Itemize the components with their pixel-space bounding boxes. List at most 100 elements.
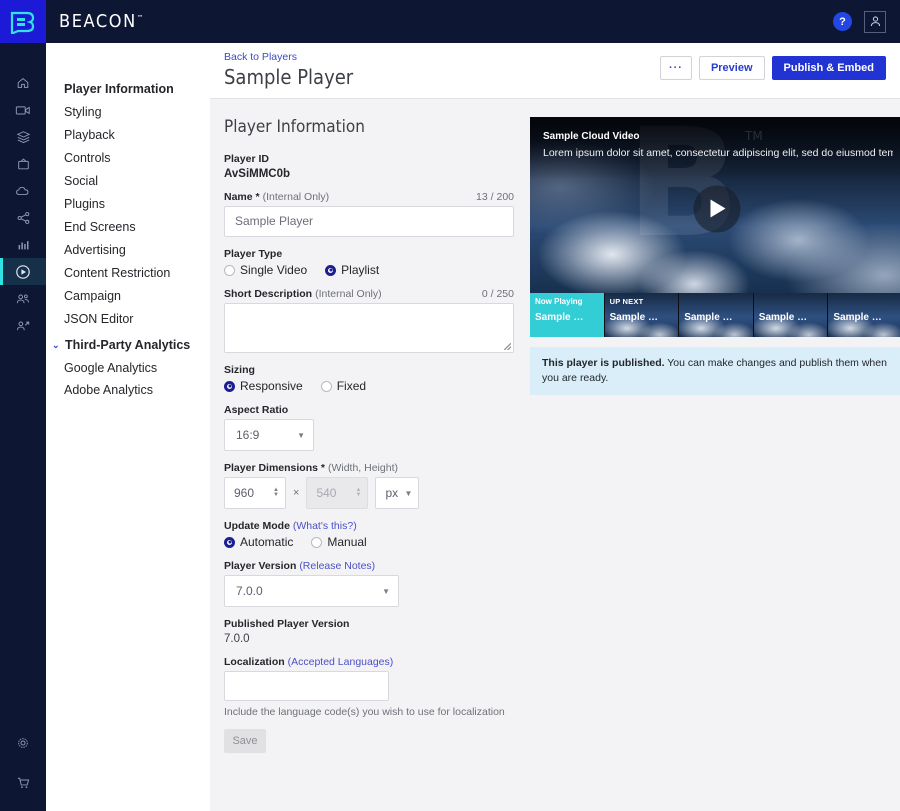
play-triangle-icon	[710, 199, 726, 218]
radio-responsive[interactable]: Responsive	[224, 379, 303, 393]
radio-label-automatic: Automatic	[240, 535, 294, 549]
player-version-label: Player Version (Release Notes)	[224, 560, 514, 572]
aspect-ratio-select[interactable]: 16:9 ▼	[224, 419, 314, 451]
page-header: Back to Players Sample Player ··· Previe…	[210, 43, 900, 99]
sidebar-item-player-information[interactable]: Player Information	[46, 78, 210, 101]
tv-icon	[17, 157, 29, 169]
release-notes-link[interactable]: (Release Notes)	[299, 560, 375, 572]
main-content: Back to Players Sample Player ··· Previe…	[210, 43, 900, 811]
player-version-select[interactable]: 7.0.0 ▼	[224, 575, 399, 607]
radio-automatic[interactable]: Automatic	[224, 535, 293, 549]
playlist-item-name: Sample …	[535, 312, 584, 323]
localization-field: Localization (Accepted Languages) Includ…	[224, 656, 514, 753]
playlist-item-name: Sample …	[758, 312, 808, 323]
icon-rail	[0, 43, 46, 811]
rail-item-settings[interactable]	[0, 723, 46, 763]
radio-manual[interactable]: Manual	[311, 535, 367, 549]
sidebar-item-controls[interactable]: Controls	[46, 147, 210, 170]
more-options-button[interactable]: ···	[659, 56, 692, 80]
playlist-item-tag: Now Playing	[535, 297, 583, 306]
brand-trademark: ™	[136, 14, 144, 22]
player-dimensions-note: (Width, Height)	[327, 462, 398, 474]
rail-item-admin[interactable]	[0, 312, 46, 339]
rail-item-library[interactable]	[0, 123, 46, 150]
app-root: BEACON™ ? Player Information Styling Pla…	[0, 0, 900, 811]
accepted-languages-link[interactable]: (Accepted Languages)	[288, 656, 394, 668]
sidebar-item-adobe-analytics[interactable]: Adobe Analytics	[46, 379, 210, 401]
rail-item-cloud[interactable]	[0, 177, 46, 204]
sidebar-item-google-analytics[interactable]: Google Analytics	[46, 357, 210, 379]
update-mode-label: Update Mode (What's this?)	[224, 520, 514, 532]
radio-label-responsive: Responsive	[240, 379, 303, 393]
sidebar-item-styling[interactable]: Styling	[46, 101, 210, 124]
rail-item-audience[interactable]	[0, 285, 46, 312]
rail-item-video[interactable]	[0, 96, 46, 123]
playlist-item[interactable]: UP NEXT Sample …	[604, 293, 680, 337]
sidebar-group-third-party-analytics[interactable]: ⌄ Third-Party Analytics	[46, 334, 210, 357]
nav-list: Player Information Styling Playback Cont…	[46, 43, 210, 401]
name-counter: 13 / 200	[476, 191, 514, 203]
rail-item-marketplace[interactable]	[0, 763, 46, 803]
layers-icon	[16, 130, 30, 143]
chevron-down-icon: ▼	[404, 488, 413, 498]
playlist-item-name: Sample …	[684, 312, 733, 323]
width-stepper[interactable]: 960 ▲ ▼	[224, 477, 286, 509]
short-description-counter: 0 / 250	[481, 288, 514, 300]
play-button[interactable]	[693, 185, 740, 233]
short-description-note: (Internal Only)	[315, 288, 382, 300]
chevron-down-icon: ⌄	[52, 340, 60, 350]
radio-fixed[interactable]: Fixed	[320, 379, 366, 393]
rail-item-players[interactable]	[0, 258, 46, 285]
share-icon	[17, 211, 29, 224]
whats-this-link[interactable]: (What's this?)	[293, 520, 357, 532]
home-icon	[17, 77, 29, 88]
sidebar-item-social[interactable]: Social	[46, 170, 210, 193]
help-icon[interactable]: ?	[833, 12, 852, 31]
playlist-item[interactable]: Sample …	[679, 293, 754, 337]
name-note: (Internal Only)	[262, 191, 330, 203]
sidebar-item-playback[interactable]: Playback	[46, 124, 210, 147]
player-version-label-text: Player Version	[224, 560, 297, 572]
rail-item-home[interactable]	[0, 69, 46, 96]
height-stepper: 540 ▲ ▼	[306, 477, 369, 509]
radio-playlist[interactable]: Playlist	[325, 263, 379, 277]
brand-text: BEACON	[59, 11, 137, 32]
width-value: 960	[234, 486, 255, 500]
name-input[interactable]: Sample Player	[224, 206, 514, 237]
short-description-textarea[interactable]	[224, 303, 514, 353]
name-label: Name * (Internal Only)	[224, 191, 329, 203]
playlist-item[interactable]: Sample …	[828, 293, 900, 337]
playlist-item-name: Sample …	[833, 312, 882, 323]
account-button[interactable]	[864, 10, 886, 33]
localization-input[interactable]	[224, 671, 389, 701]
rail-item-distribution[interactable]	[0, 204, 46, 231]
playlist-item[interactable]: Sample …	[753, 293, 829, 337]
short-description-field: Short Description (Internal Only) 0 / 250	[224, 288, 514, 353]
rail-item-analytics[interactable]	[0, 231, 46, 258]
sidebar-item-plugins[interactable]: Plugins	[46, 193, 210, 216]
player-type-label: Player Type	[224, 248, 283, 260]
player-id-label: Player ID	[224, 153, 269, 165]
dimension-unit-select[interactable]: px ▼	[375, 477, 420, 509]
rail-item-channels[interactable]	[0, 150, 46, 177]
sidebar-item-content-restriction[interactable]: Content Restriction	[46, 262, 210, 285]
radio-label-single-video: Single Video	[240, 263, 308, 277]
short-description-label-text: Short Description	[224, 288, 313, 300]
name-label-text: Name *	[224, 191, 260, 203]
sidebar-item-json-editor[interactable]: JSON Editor	[46, 308, 210, 331]
sidebar-item-campaign[interactable]: Campaign	[46, 285, 210, 308]
top-bar-actions: ?	[833, 10, 900, 33]
video-preview[interactable]: B TM Sample Cloud Video Lorem ipsum dolo…	[530, 117, 900, 293]
sizing-field: Sizing Responsive Fixed	[224, 364, 514, 393]
radio-single-video[interactable]: Single Video	[224, 263, 307, 277]
player-id-field: Player ID AvSiMMC0b	[224, 153, 514, 180]
brand-name: BEACON™	[59, 11, 143, 32]
sidebar-item-advertising[interactable]: Advertising	[46, 239, 210, 262]
radio-label-playlist: Playlist	[341, 263, 380, 277]
brand-logo-tile[interactable]	[0, 0, 46, 43]
preview-button[interactable]: Preview	[698, 56, 765, 80]
save-button[interactable]: Save	[224, 729, 266, 753]
playlist-item[interactable]: Now Playing Sample …	[530, 293, 605, 337]
sidebar-item-end-screens[interactable]: End Screens	[46, 216, 210, 239]
publish-embed-button[interactable]: Publish & Embed	[771, 56, 886, 80]
